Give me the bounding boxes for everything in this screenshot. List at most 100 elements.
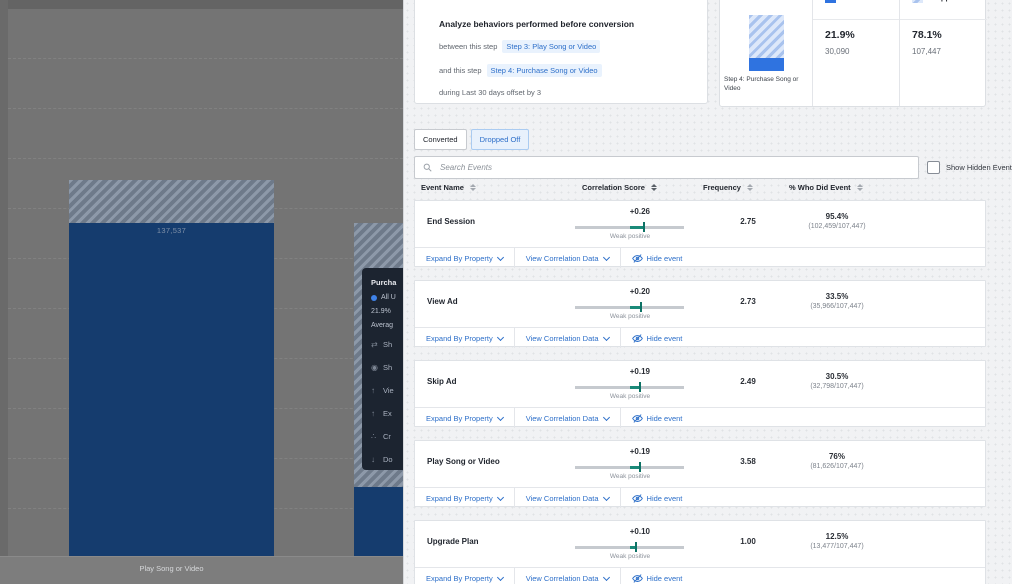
sort-icon[interactable] bbox=[470, 184, 476, 192]
and-step-label: and this step bbox=[439, 66, 482, 75]
show-hidden-events-toggle[interactable]: Show Hidden Events bbox=[927, 161, 1012, 174]
search-events-input[interactable] bbox=[438, 162, 918, 173]
step4-chip[interactable]: Step 4: Purchase Song or Video bbox=[487, 64, 602, 77]
view-correlation-data-button[interactable]: View Correlation Data bbox=[515, 408, 621, 428]
percent-who-did-value: 95.4% bbox=[787, 212, 887, 221]
show-hidden-checkbox[interactable] bbox=[927, 161, 940, 174]
hide-event-button[interactable]: Hide event bbox=[621, 408, 694, 428]
hide-event-button[interactable]: Hide event bbox=[621, 328, 694, 348]
event-row-card: View Ad +0.20 Weak positive 2.73 33.5% (… bbox=[414, 280, 986, 347]
hide-event-button[interactable]: Hide event bbox=[621, 568, 694, 584]
mini-funnel-step-label: Step 4: Purchase Song or Video bbox=[724, 75, 810, 93]
expand-by-property-button[interactable]: Expand By Property bbox=[415, 568, 515, 584]
chevron-down-icon bbox=[497, 573, 504, 580]
tab-dropped-off[interactable]: Dropped Off bbox=[471, 129, 530, 150]
hide-event-button[interactable]: Hide event bbox=[621, 248, 694, 268]
header-percent-who-did[interactable]: % Who Did Event bbox=[789, 183, 863, 192]
view-correlation-data-button[interactable]: View Correlation Data bbox=[515, 328, 621, 348]
x-axis-label: Play Song or Video bbox=[69, 564, 274, 573]
analysis-title: Analyze behaviors performed before conve… bbox=[439, 19, 697, 29]
row-actions: Expand By Property View Correlation Data… bbox=[415, 247, 985, 268]
correlation-strength-label: Weak positive bbox=[575, 313, 685, 320]
hide-event-button[interactable]: Hide event bbox=[621, 488, 694, 508]
expand-by-property-button[interactable]: Expand By Property bbox=[415, 488, 515, 508]
segment-dot-icon bbox=[371, 295, 377, 301]
chevron-down-icon bbox=[497, 333, 504, 340]
view-correlation-data-button[interactable]: View Correlation Data bbox=[515, 488, 621, 508]
event-row-card: Skip Ad +0.19 Weak positive 2.49 30.5% (… bbox=[414, 360, 986, 427]
expand-by-property-button[interactable]: Expand By Property bbox=[415, 248, 515, 268]
percent-who-did-value: 76% bbox=[787, 452, 887, 461]
correlation-score-value: +0.19 bbox=[590, 367, 650, 376]
chevron-down-icon bbox=[497, 413, 504, 420]
between-step-label: between this step bbox=[439, 42, 497, 51]
sort-icon[interactable] bbox=[651, 184, 657, 192]
dropped-off-swatch-icon bbox=[912, 0, 923, 3]
funnel-chart-dimmed: 137,537 Play Song or Video bbox=[0, 0, 403, 584]
correlation-strength-label: Weak positive bbox=[575, 233, 685, 240]
menu-item-icon: ↑ bbox=[371, 409, 383, 418]
funnel-summary-card: Step 4: Purchase Song or Video Converted… bbox=[719, 0, 986, 107]
events-table-body: End Session +0.26 Weak positive 2.75 95.… bbox=[414, 200, 986, 584]
menu-item-icon: ↑ bbox=[371, 386, 383, 395]
legend-dropped-off: Dropped Off 78.1% 107,447 bbox=[899, 0, 987, 106]
app-screenshot: 137,537 Play Song or Video Purcha All U … bbox=[0, 0, 1012, 584]
menu-item-icon: ∴ bbox=[371, 432, 383, 441]
event-name: Upgrade Plan bbox=[427, 537, 479, 546]
frequency-value: 2.73 bbox=[718, 297, 778, 306]
sort-icon[interactable] bbox=[747, 184, 753, 192]
chevron-down-icon bbox=[602, 493, 609, 500]
event-name: Play Song or Video bbox=[427, 457, 500, 466]
tab-converted[interactable]: Converted bbox=[414, 129, 467, 150]
funnel-bar-step3[interactable] bbox=[69, 223, 274, 556]
correlation-slider-marker bbox=[639, 382, 641, 392]
percent-who-did-value: 30.5% bbox=[787, 372, 887, 381]
row-actions: Expand By Property View Correlation Data… bbox=[415, 327, 985, 348]
correlation-score-value: +0.10 bbox=[590, 527, 650, 536]
event-name: View Ad bbox=[427, 297, 458, 306]
row-actions: Expand By Property View Correlation Data… bbox=[415, 407, 985, 428]
eye-off-icon bbox=[632, 333, 643, 344]
expand-by-property-button[interactable]: Expand By Property bbox=[415, 408, 515, 428]
converted-percent: 21.9% bbox=[825, 29, 855, 41]
chevron-down-icon bbox=[497, 253, 504, 260]
view-correlation-data-button[interactable]: View Correlation Data bbox=[515, 568, 621, 584]
percent-who-did-value: 33.5% bbox=[787, 292, 887, 301]
expand-by-property-button[interactable]: Expand By Property bbox=[415, 328, 515, 348]
header-correlation-score[interactable]: Correlation Score bbox=[582, 183, 657, 192]
funnel-bar-step3-droppedoff-segment[interactable] bbox=[69, 180, 274, 223]
percent-who-did-value: 12.5% bbox=[787, 532, 887, 541]
chevron-down-icon bbox=[602, 413, 609, 420]
correlation-slider-marker bbox=[639, 462, 641, 472]
percent-ratio-value: (32,798/107,447) bbox=[777, 383, 897, 390]
header-event-name[interactable]: Event Name bbox=[421, 183, 476, 192]
percent-ratio-value: (35,966/107,447) bbox=[777, 303, 897, 310]
eye-off-icon bbox=[632, 493, 643, 504]
frequency-value: 1.00 bbox=[718, 537, 778, 546]
search-icon bbox=[423, 163, 432, 172]
event-row-card: Play Song or Video +0.19 Weak positive 3… bbox=[414, 440, 986, 507]
event-name: End Session bbox=[427, 217, 475, 226]
eye-off-icon bbox=[632, 573, 643, 584]
search-events-box[interactable] bbox=[414, 156, 919, 179]
view-correlation-data-button[interactable]: View Correlation Data bbox=[515, 248, 621, 268]
sort-icon[interactable] bbox=[857, 184, 863, 192]
mini-funnel-converted-segment bbox=[749, 58, 784, 71]
header-frequency[interactable]: Frequency bbox=[703, 183, 753, 192]
correlation-score-value: +0.20 bbox=[590, 287, 650, 296]
correlation-slider-marker bbox=[640, 302, 642, 312]
chevron-down-icon bbox=[602, 253, 609, 260]
funnel-bar-step4[interactable] bbox=[354, 487, 403, 556]
mini-funnel-droppedoff-segment bbox=[749, 15, 784, 58]
show-hidden-label: Show Hidden Events bbox=[946, 163, 1012, 172]
frequency-value: 2.49 bbox=[718, 377, 778, 386]
event-row-card: End Session +0.26 Weak positive 2.75 95.… bbox=[414, 200, 986, 267]
event-name: Skip Ad bbox=[427, 377, 456, 386]
row-actions: Expand By Property View Correlation Data… bbox=[415, 487, 985, 508]
step3-chip[interactable]: Step 3: Play Song or Video bbox=[502, 40, 600, 53]
legend-converted: Converted 21.9% 30,090 bbox=[812, 0, 899, 106]
eye-off-icon bbox=[632, 413, 643, 424]
chevron-down-icon bbox=[602, 573, 609, 580]
chevron-down-icon bbox=[602, 333, 609, 340]
converted-count: 30,090 bbox=[825, 47, 849, 56]
